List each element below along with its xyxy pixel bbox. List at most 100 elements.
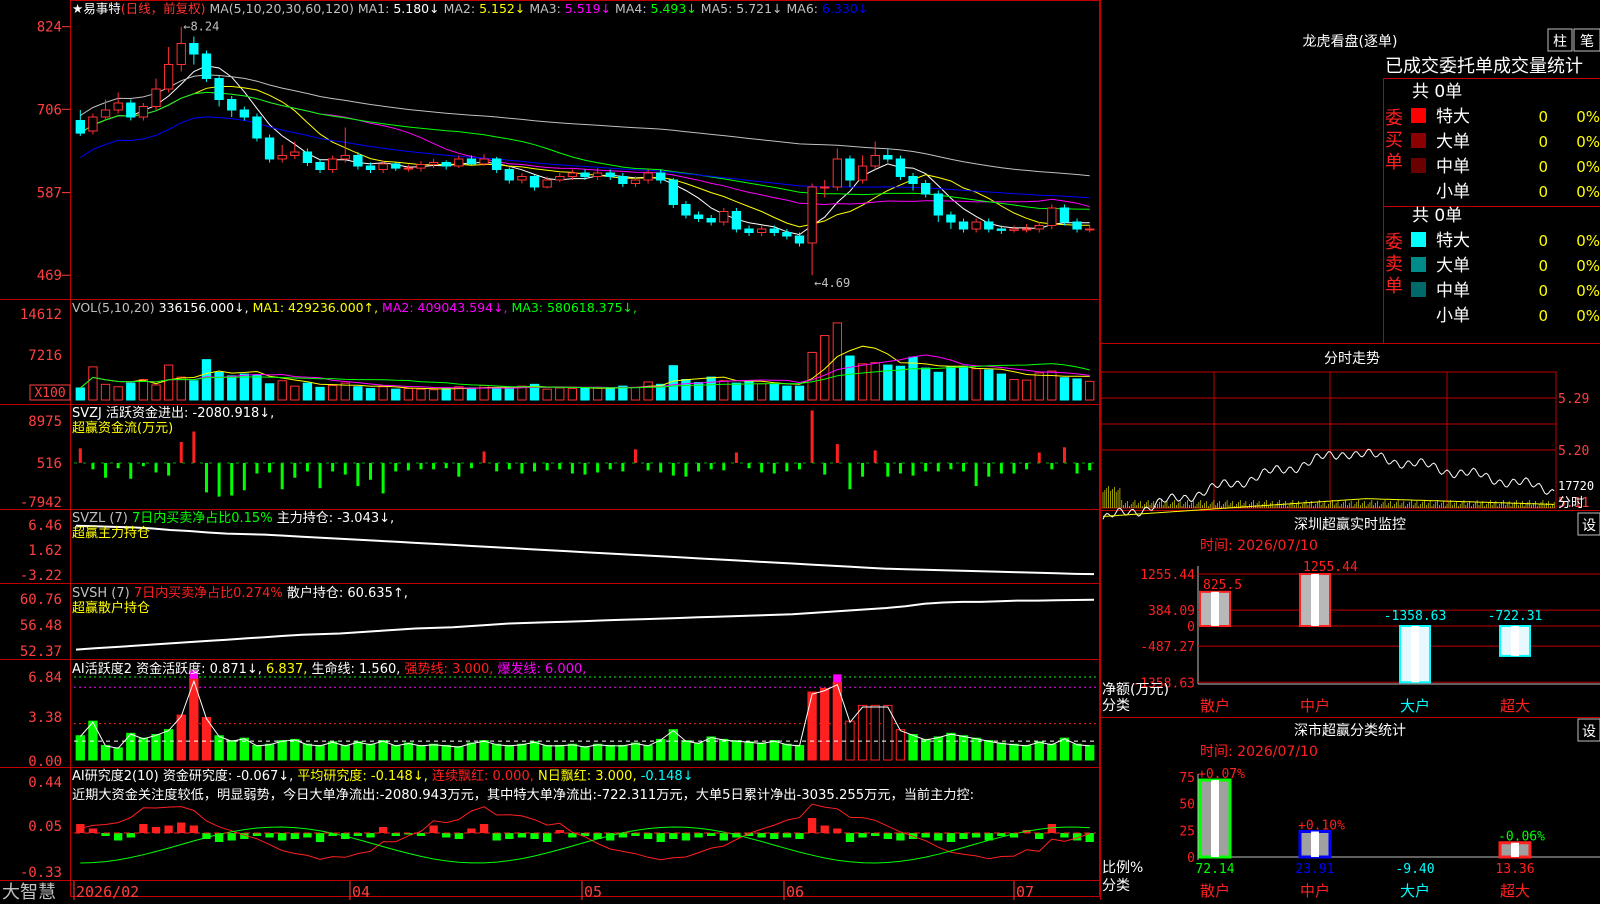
- fund-flow-bar: [280, 463, 284, 490]
- activity-bar: [1034, 741, 1044, 761]
- y-tick-ai-active: 3.38: [28, 710, 62, 726]
- order-percent: 0%: [1576, 158, 1600, 176]
- volume-stats-title: 已成交委托单成交量统计: [1385, 56, 1583, 77]
- research-bar: [1060, 833, 1069, 838]
- research-bar: [517, 833, 527, 838]
- fund-flow-bar: [255, 463, 259, 474]
- candle-body: [782, 232, 792, 237]
- activity-bar: [290, 738, 300, 761]
- fund-flow-bar: [469, 463, 473, 469]
- candle-body: [1047, 207, 1057, 226]
- volume-bar: [252, 374, 262, 401]
- fund-flow-bar: [734, 452, 738, 463]
- x-axis-label: 05: [584, 883, 602, 900]
- holding-line: [75, 598, 1095, 651]
- fund-flow-bar: [861, 463, 865, 477]
- order-color-swatch: [1411, 232, 1426, 247]
- stat-change: +0.10%: [1298, 818, 1345, 833]
- candle-body: [857, 165, 868, 181]
- svsh-header: SVSH (7) 7日内买卖净占比0.274% 散户持仓: 60.635↑,: [72, 585, 408, 601]
- candle-body: [921, 183, 931, 195]
- candle-body: [1009, 228, 1019, 231]
- fund-flow-bar: [230, 463, 234, 496]
- fund-flow-bar: [1075, 463, 1079, 474]
- volume-bar: [1034, 372, 1044, 401]
- candle-body: [719, 211, 729, 223]
- candle-body: [100, 109, 111, 118]
- candle-body: [996, 228, 1007, 231]
- sz-y-label: 384.09: [1148, 604, 1195, 619]
- research-bar: [265, 833, 274, 838]
- ai-research-comment: 近期大资金关注度较低，明显弱势，今日大单净流出:-2080.943万元，其中特大…: [72, 786, 974, 803]
- research-bar: [694, 833, 703, 838]
- candle-body: [315, 162, 325, 170]
- intraday-label: 分时: [1558, 496, 1584, 511]
- activity-bar: [302, 743, 313, 761]
- fund-flow-bar: [697, 463, 701, 472]
- candle-body: [580, 172, 590, 177]
- volume-bar: [378, 386, 388, 401]
- fund-flow-bar: [760, 463, 764, 473]
- volume-bar: [731, 382, 742, 401]
- candle-body: [883, 155, 893, 160]
- fund-flow-bar: [1012, 463, 1016, 474]
- activity-bar: [441, 744, 451, 761]
- y-tick-svsh-line: 56.48: [20, 618, 62, 634]
- sz-net-bar-highlight: [1511, 626, 1519, 656]
- volume-bar: [214, 371, 224, 401]
- candle-body: [542, 179, 552, 188]
- activity-bar: [264, 743, 275, 761]
- order-type-name: 小单: [1436, 182, 1470, 202]
- activity-bar: [428, 743, 439, 761]
- candle-body: [555, 176, 565, 181]
- candle-body: [656, 172, 666, 181]
- fund-flow-bar: [684, 463, 688, 477]
- order-count: 0: [1538, 257, 1548, 275]
- activity-bar: [1009, 743, 1019, 761]
- activity-bar: [656, 738, 666, 761]
- candle-body: [529, 176, 540, 188]
- candle-body: [832, 158, 843, 188]
- stock-chart-canvas[interactable]: 824 706 587 469 14612 7216 X100 8975 516 -7942 6.4…: [0, 0, 1600, 900]
- research-bar: [76, 824, 85, 833]
- sz-category: 散户: [1200, 697, 1230, 715]
- order-total: 共 0单: [1412, 82, 1462, 102]
- fund-flow-bar: [318, 463, 322, 489]
- activity-bar: [466, 742, 477, 761]
- activity-bar: [807, 691, 817, 761]
- stat-ratio-bar-highlight: [1511, 842, 1519, 857]
- fund-flow-bar: [268, 463, 272, 473]
- volume-bar: [592, 386, 603, 401]
- intraday-chart: [1100, 371, 1557, 520]
- candle-body: [756, 228, 767, 233]
- candle-body: [668, 179, 678, 205]
- candle-body: [845, 158, 855, 181]
- fund-flow-bar: [305, 463, 309, 472]
- stat-ylabel: 比例%: [1102, 860, 1143, 876]
- fund-flow-bar: [911, 463, 915, 476]
- candle-body: [492, 158, 502, 170]
- fund-flow-bar: [835, 444, 839, 463]
- volume-bar: [1072, 378, 1082, 401]
- activity-bar: [668, 729, 678, 761]
- volume-bar: [984, 369, 994, 401]
- candle-body: [630, 179, 641, 184]
- research-bar: [126, 833, 135, 838]
- volume-bar: [719, 380, 729, 401]
- activity-bar: [681, 740, 691, 761]
- candle-body: [227, 99, 237, 111]
- stat-category: 中户: [1300, 882, 1330, 900]
- activity-bar: [151, 734, 161, 761]
- research-bar: [770, 833, 779, 839]
- order-type-name: 特大: [1436, 107, 1470, 127]
- activity-bar: [618, 744, 628, 761]
- y-tick-svsh-line: 60.76: [20, 592, 62, 608]
- y-tick-ai-research: 0.05: [28, 819, 62, 835]
- order-color-swatch: [1411, 257, 1426, 272]
- candle-body: [971, 221, 981, 230]
- volume-bar: [239, 373, 249, 401]
- volume-bar: [946, 366, 956, 401]
- stat-percent: 72.14: [1195, 862, 1234, 877]
- svzj-header: SVZJ 活跃资金进出: -2080.918↓,: [72, 405, 274, 421]
- fund-flow-bar: [394, 463, 398, 472]
